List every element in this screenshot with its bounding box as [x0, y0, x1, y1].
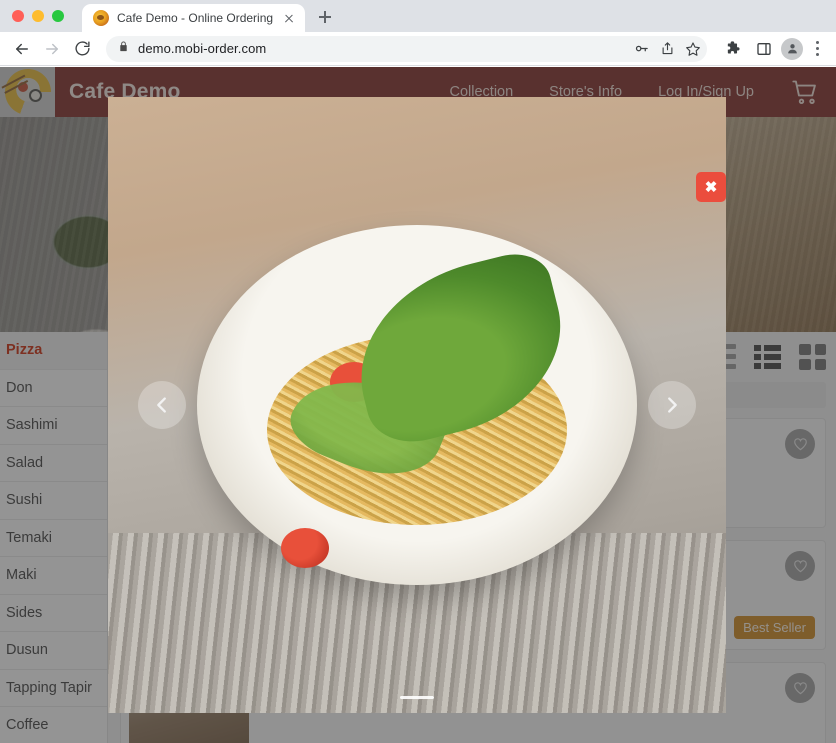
- omnibox-actions: [629, 36, 705, 62]
- kebab-menu-icon[interactable]: [806, 35, 828, 63]
- toolbar-actions: [715, 35, 828, 63]
- browser-toolbar: demo.mobi-order.com: [0, 32, 836, 66]
- chevron-right-icon[interactable]: [648, 381, 696, 429]
- close-window-button[interactable]: [12, 10, 24, 22]
- web-page: Pizza Don Sashimi Salad Sushi Temaki Mak…: [0, 67, 836, 743]
- lightbox-photo: [108, 97, 726, 713]
- tab-title: Cafe Demo - Online Ordering: [117, 11, 274, 25]
- tab-strip: Cafe Demo - Online Ordering: [0, 0, 836, 32]
- window-traffic-lights: [10, 0, 70, 32]
- lock-icon: [118, 40, 129, 58]
- share-icon[interactable]: [655, 37, 679, 61]
- browser-window: Cafe Demo - Online Ordering demo.mobi-or…: [0, 0, 836, 743]
- reload-icon[interactable]: [68, 35, 96, 63]
- minimize-window-button[interactable]: [32, 10, 44, 22]
- image-lightbox-modal: [108, 97, 726, 713]
- cafe-favicon-icon: [93, 10, 109, 26]
- address-bar[interactable]: demo.mobi-order.com: [106, 35, 707, 62]
- new-tab-button[interactable]: [311, 3, 339, 31]
- star-icon[interactable]: [681, 37, 705, 61]
- close-tab-icon[interactable]: [281, 10, 297, 26]
- image-pagination-indicator[interactable]: [400, 696, 434, 699]
- key-icon[interactable]: [629, 37, 653, 61]
- url-text: demo.mobi-order.com: [138, 41, 267, 56]
- extensions-puzzle-icon[interactable]: [719, 35, 747, 63]
- close-icon: ✖: [704, 178, 718, 196]
- maximize-window-button[interactable]: [52, 10, 64, 22]
- back-arrow-icon[interactable]: [8, 35, 36, 63]
- profile-avatar-icon[interactable]: [781, 37, 803, 60]
- photo-tomato: [281, 528, 330, 569]
- forward-arrow-icon[interactable]: [38, 35, 66, 63]
- side-panel-icon[interactable]: [750, 35, 778, 63]
- browser-tab[interactable]: Cafe Demo - Online Ordering: [82, 4, 306, 32]
- chevron-left-icon[interactable]: [138, 381, 186, 429]
- close-lightbox-button[interactable]: ✖: [696, 172, 726, 202]
